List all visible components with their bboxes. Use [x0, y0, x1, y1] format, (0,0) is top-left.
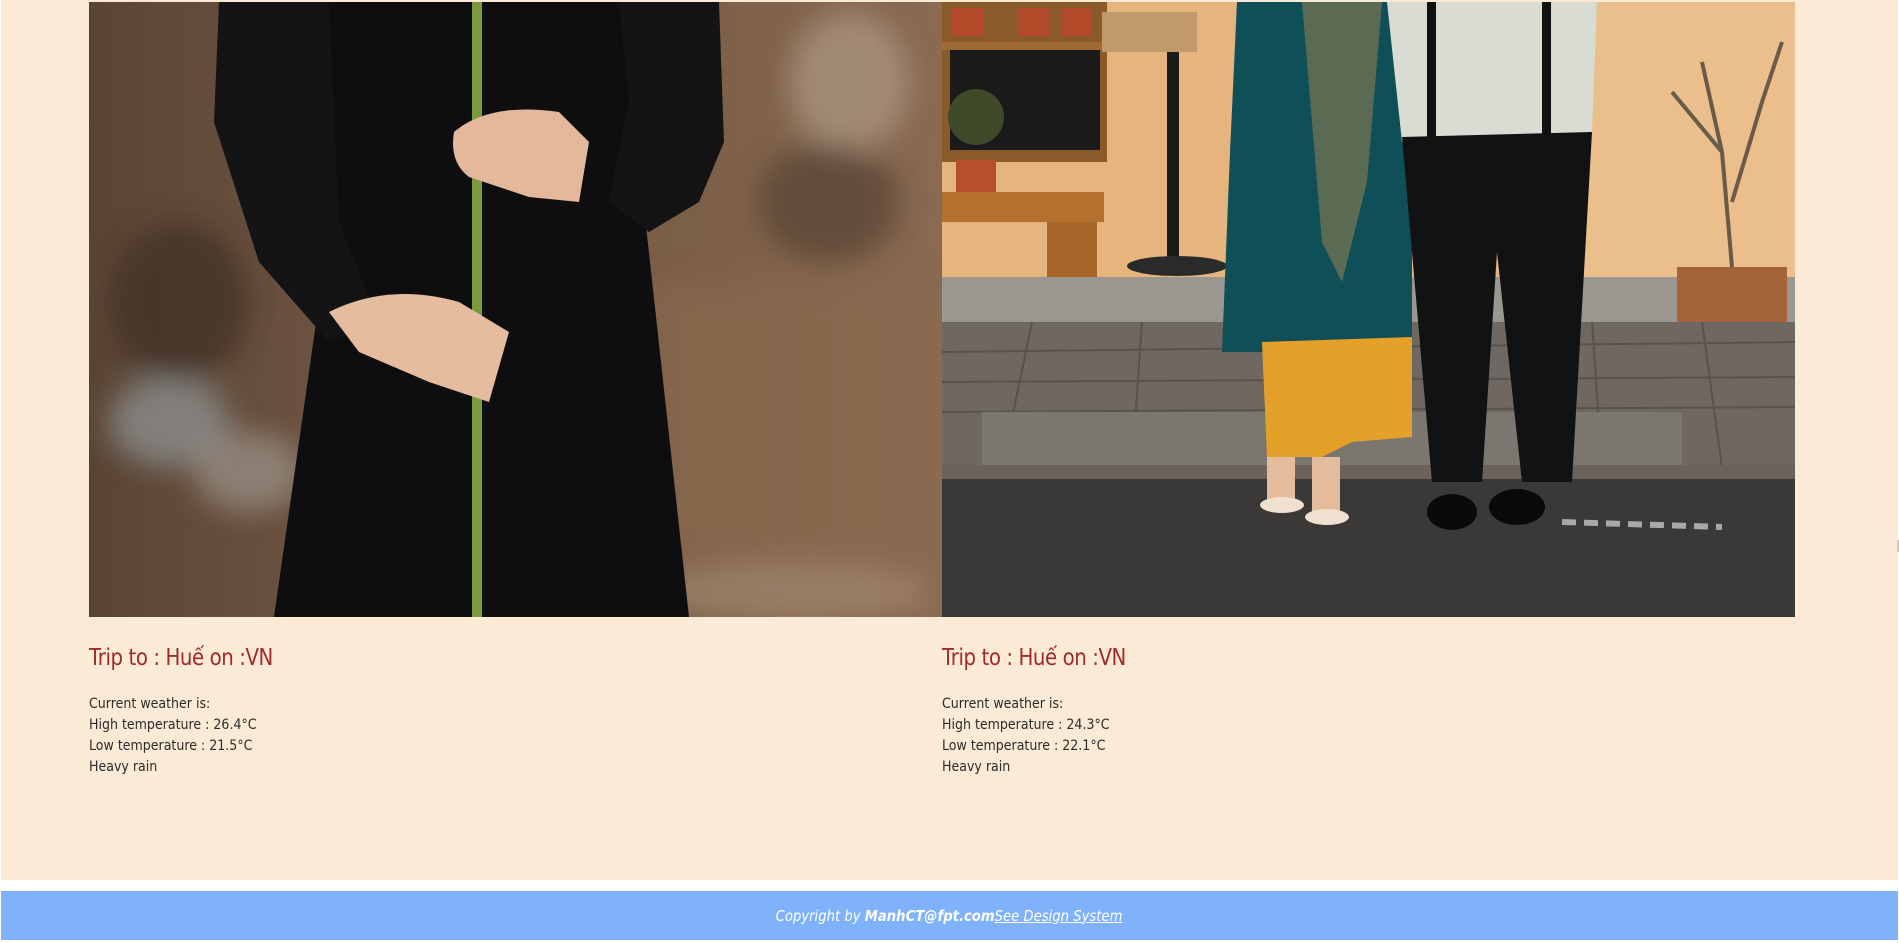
footer-text: Copyright by ManhCT@fpt.comSee Design Sy… [776, 907, 1123, 925]
trip-title: Trip to : Huế on :VN [942, 645, 1126, 671]
weather-heading: Current weather is: [942, 696, 1064, 712]
trip-card: Trip to : Huế on :VN Current weather is:… [89, 2, 942, 778]
footer: Copyright by ManhCT@fpt.comSee Design Sy… [1, 891, 1898, 940]
page-content: Trip to : Huế on :VN Current weather is:… [1, 0, 1898, 880]
high-temperature: High temperature : 24.3°C [942, 717, 1110, 733]
trip-card: Trip to : Huế on :VN Current weather is:… [942, 2, 1795, 778]
weather-info: Current weather is: High temperature : 2… [942, 694, 1795, 778]
copyright-prefix: Copyright by [776, 906, 866, 925]
weather-condition: Heavy rain [89, 759, 158, 775]
design-system-link[interactable]: See Design System [995, 907, 1123, 925]
low-temperature: Low temperature : 21.5°C [89, 738, 253, 754]
weather-condition: Heavy rain [942, 759, 1011, 775]
trip-title: Trip to : Huế on :VN [89, 645, 273, 671]
trip-photo [942, 2, 1795, 617]
trip-photo [89, 2, 942, 617]
weather-info: Current weather is: High temperature : 2… [89, 694, 942, 778]
footer-email: ManhCT@fpt.com [865, 906, 996, 925]
low-temperature: Low temperature : 22.1°C [942, 738, 1106, 754]
high-temperature: High temperature : 26.4°C [89, 717, 257, 733]
weather-heading: Current weather is: [89, 696, 211, 712]
